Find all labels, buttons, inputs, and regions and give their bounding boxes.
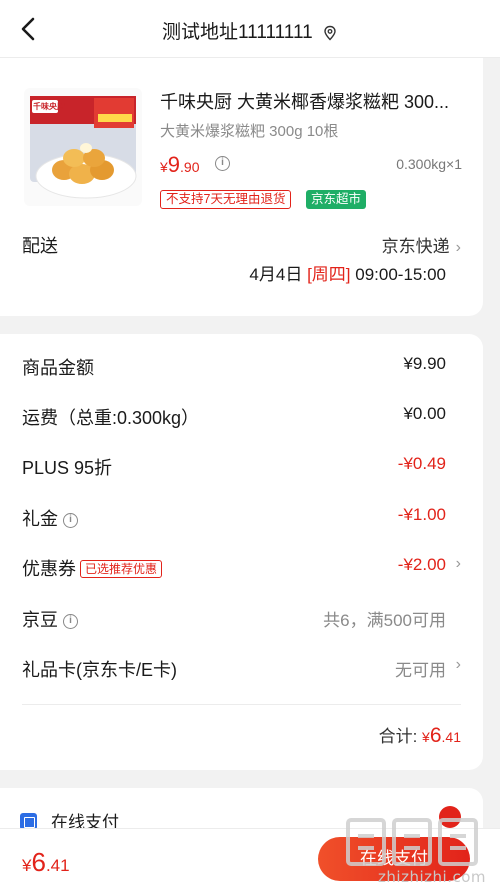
info-icon[interactable]: i: [215, 156, 230, 171]
summary-label-text: 优惠券: [22, 559, 76, 579]
summary-label: 京豆 i: [22, 606, 79, 632]
product-name[interactable]: 千味央厨 大黄米椰香爆浆糍粑 300...: [160, 88, 465, 114]
delivery-method[interactable]: 京东快递 ›: [382, 232, 461, 257]
address-title[interactable]: 测试地址11111111: [0, 17, 500, 44]
summary-value: -¥0.49: [397, 454, 446, 473]
info-icon[interactable]: i: [63, 512, 79, 528]
summary-value: -¥2.00: [397, 555, 446, 574]
summary-label-text: 礼金: [22, 509, 58, 529]
summary-label: PLUS 95折: [22, 458, 113, 478]
checkout-decimal: .41: [45, 856, 70, 875]
delivery-window: 09:00-15:00: [355, 265, 446, 284]
checkout-integer: 6: [31, 847, 46, 877]
product-price: ¥9.90: [160, 152, 200, 178]
chevron-right-icon: ›: [455, 656, 461, 673]
checkout-price: ¥6.41: [22, 847, 70, 878]
summary-value: 无可用: [395, 661, 446, 680]
address-title-text: 测试地址11111111: [162, 22, 313, 43]
summary-row-gift-card[interactable]: 礼品卡(京东卡/E卡) 无可用 ›: [22, 656, 461, 684]
product-card: 千味央厨 千味央厨 大黄米椰香爆浆糍粑 300... 大黄米爆浆糍粑 300g …: [0, 58, 483, 316]
coupon-selected-badge: 已选推荐优惠: [80, 560, 163, 578]
summary-value: -¥1.00: [397, 505, 446, 524]
summary-label-text: 京豆: [22, 610, 58, 630]
delivery-date: 4月4日: [249, 265, 303, 284]
chevron-right-icon: ›: [455, 239, 461, 256]
summary-value: ¥9.90: [403, 354, 446, 373]
price-summary-card: 商品金额 ¥9.90 运费（总重:0.300kg） ¥0.00 PLUS 95折…: [0, 334, 483, 770]
price-currency: ¥: [160, 159, 168, 175]
total-amount: ¥6.41: [422, 724, 461, 747]
product-quantity: 0.300kg×1: [396, 156, 462, 172]
summary-label: 礼金 i: [22, 505, 79, 531]
divider: [22, 704, 461, 705]
watermark-text: zhizhizhi.com: [378, 868, 486, 886]
price-decimal: .90: [180, 159, 200, 175]
summary-label: 优惠券 已选推荐优惠: [22, 555, 163, 581]
summary-row-gift-money: 礼金 i -¥1.00: [22, 505, 461, 533]
summary-value: 共6，满500可用: [323, 611, 446, 630]
summary-row-goods: 商品金额 ¥9.90: [22, 354, 461, 382]
price-integer: 9: [167, 152, 181, 177]
top-bar: 测试地址11111111: [0, 0, 500, 58]
total-decimal: .41: [441, 729, 461, 745]
delivery-label: 配送: [22, 236, 58, 256]
delivery-time[interactable]: 4月4日 [周四] 09:00-15:00: [249, 260, 446, 285]
product-spec: 大黄米爆浆糍粑 300g 10根: [160, 123, 339, 140]
summary-row-plus: PLUS 95折 -¥0.49: [22, 454, 461, 482]
store-badge: 京东超市: [306, 190, 367, 209]
summary-row-jingdou: 京豆 i 共6，满500可用: [22, 606, 461, 634]
order-total: 合计: ¥6.41: [379, 722, 461, 748]
total-integer: 6: [429, 724, 442, 747]
summary-label: 商品金额: [22, 358, 94, 378]
total-label: 合计:: [378, 727, 418, 746]
summary-row-coupon[interactable]: 优惠券 已选推荐优惠 -¥2.00 ›: [22, 555, 461, 583]
summary-label: 运费（总重:0.300kg）: [22, 408, 200, 428]
delivery-weekday: [周四]: [307, 265, 351, 284]
product-image-brand-text: 千味央厨: [33, 102, 65, 111]
delivery-method-text: 京东快递: [381, 237, 450, 256]
no-return-badge: 不支持7天无理由退货: [160, 190, 292, 209]
chevron-right-icon: ›: [455, 555, 461, 572]
product-image[interactable]: 千味央厨: [24, 88, 142, 206]
info-icon[interactable]: i: [63, 613, 79, 629]
total-currency: ¥: [422, 729, 430, 745]
summary-value: ¥0.00: [403, 404, 446, 423]
location-pin-icon: [324, 25, 336, 41]
summary-label: 礼品卡(京东卡/E卡): [22, 660, 177, 680]
summary-row-shipping: 运费（总重:0.300kg） ¥0.00: [22, 404, 461, 432]
